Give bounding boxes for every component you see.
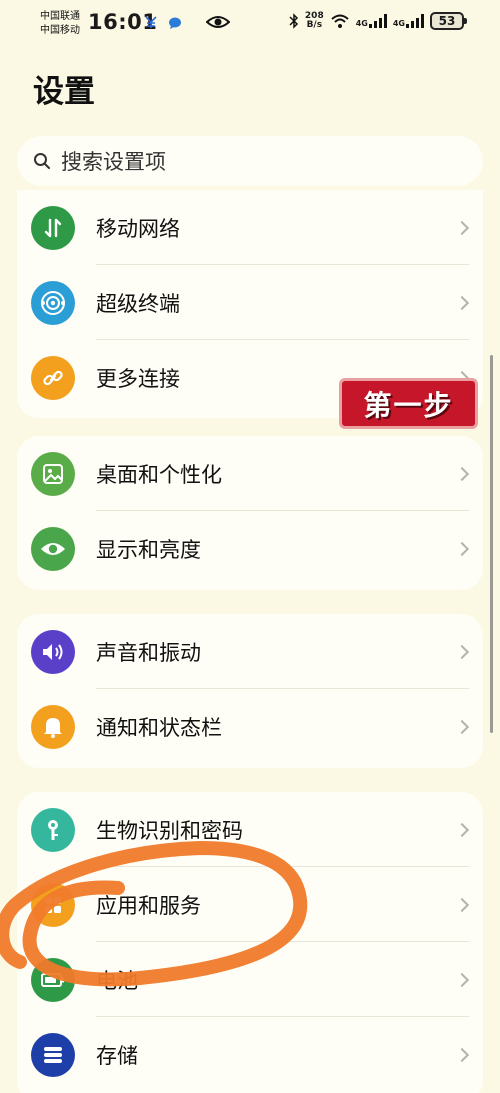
chevron-right-icon: [454, 466, 470, 481]
search-icon: [34, 153, 50, 169]
chevron-right-icon: [454, 1047, 470, 1062]
signal-1-label: 4G: [355, 19, 368, 28]
search-bar[interactable]: 搜索设置项: [17, 136, 483, 186]
scrollbar[interactable]: [490, 355, 493, 733]
settings-item-label: 通知和状态栏: [96, 715, 222, 740]
settings-item-display-brightness[interactable]: 显示和亮度: [17, 511, 483, 586]
settings-item-label: 电池: [96, 968, 138, 993]
settings-group-display: 桌面和个性化 显示和亮度: [17, 436, 483, 590]
storage-icon: [31, 1032, 75, 1077]
wifi-icon: [331, 14, 349, 28]
step-annotation-badge: 第一步: [339, 378, 478, 429]
message-icon: [169, 17, 181, 29]
wallpaper-icon: [31, 451, 75, 496]
settings-item-storage[interactable]: 存储: [17, 1017, 483, 1092]
chevron-right-icon: [454, 972, 470, 987]
network-speed: 208 B/s: [305, 12, 324, 30]
chevron-right-icon: [454, 220, 470, 235]
step-annotation-label: 第一步: [363, 388, 454, 422]
bell-icon: [31, 704, 75, 749]
signal-1: 4G: [356, 14, 387, 28]
page-title: 设置: [33, 74, 95, 110]
chevron-right-icon: [454, 541, 470, 556]
battery-indicator: 53: [430, 12, 467, 30]
carrier-info: 中国联通 中国移动: [40, 10, 80, 38]
app-notification-icon: [145, 16, 157, 28]
settings-item-label: 更多连接: [96, 366, 180, 391]
settings-item-mobile-network[interactable]: 移动网络: [17, 190, 483, 265]
settings-item-label: 存储: [96, 1043, 138, 1068]
signal-1-bars-icon: [368, 14, 387, 28]
mobile-data-icon: [31, 205, 75, 250]
settings-item-label: 显示和亮度: [96, 537, 201, 562]
settings-item-label: 超级终端: [96, 291, 180, 316]
key-icon: [31, 807, 75, 852]
settings-group-system: 生物识别和密码 应用和服务 电池 存储: [17, 792, 483, 1093]
link-icon: [31, 355, 75, 400]
settings-group-sound-notifications: 声音和振动 通知和状态栏: [17, 614, 483, 768]
settings-item-battery[interactable]: 电池: [17, 942, 483, 1017]
chevron-right-icon: [454, 719, 470, 734]
status-icons: 208 B/s 4G 4G 53: [289, 12, 467, 30]
signal-2-label: 4G: [392, 19, 405, 28]
speaker-icon: [31, 629, 75, 674]
chevron-right-icon: [454, 897, 470, 912]
chevron-right-icon: [454, 644, 470, 659]
carrier-2: 中国移动: [40, 25, 80, 36]
settings-item-label: 应用和服务: [96, 893, 201, 918]
bluetooth-icon: [289, 13, 298, 29]
battery-icon: [31, 957, 75, 1002]
apps-icon: [31, 882, 75, 927]
carrier-1: 中国联通: [40, 11, 80, 22]
chevron-right-icon: [454, 822, 470, 837]
search-placeholder: 搜索设置项: [61, 150, 166, 174]
super-device-icon: [31, 280, 75, 325]
signal-2: 4G: [393, 14, 424, 28]
settings-item-desktop-personalization[interactable]: 桌面和个性化: [17, 436, 483, 511]
eye-icon: [31, 526, 75, 571]
settings-item-label: 移动网络: [96, 216, 180, 241]
chevron-right-icon: [454, 295, 470, 310]
network-speed-unit: B/s: [306, 20, 323, 30]
settings-item-super-device[interactable]: 超级终端: [17, 265, 483, 340]
settings-item-notifications-statusbar[interactable]: 通知和状态栏: [17, 689, 483, 764]
settings-item-sound-vibration[interactable]: 声音和振动: [17, 614, 483, 689]
status-bar: 中国联通 中国移动 16:01 208 B/s 4G 4G 53: [0, 0, 500, 46]
signal-2-bars-icon: [406, 14, 424, 28]
settings-item-biometrics-password[interactable]: 生物识别和密码: [17, 792, 483, 867]
settings-item-label: 生物识别和密码: [96, 818, 243, 843]
eye-comfort-icon: [206, 16, 230, 28]
settings-item-label: 声音和振动: [96, 640, 201, 665]
settings-item-label: 桌面和个性化: [96, 462, 222, 487]
settings-item-apps-services[interactable]: 应用和服务: [17, 867, 483, 942]
